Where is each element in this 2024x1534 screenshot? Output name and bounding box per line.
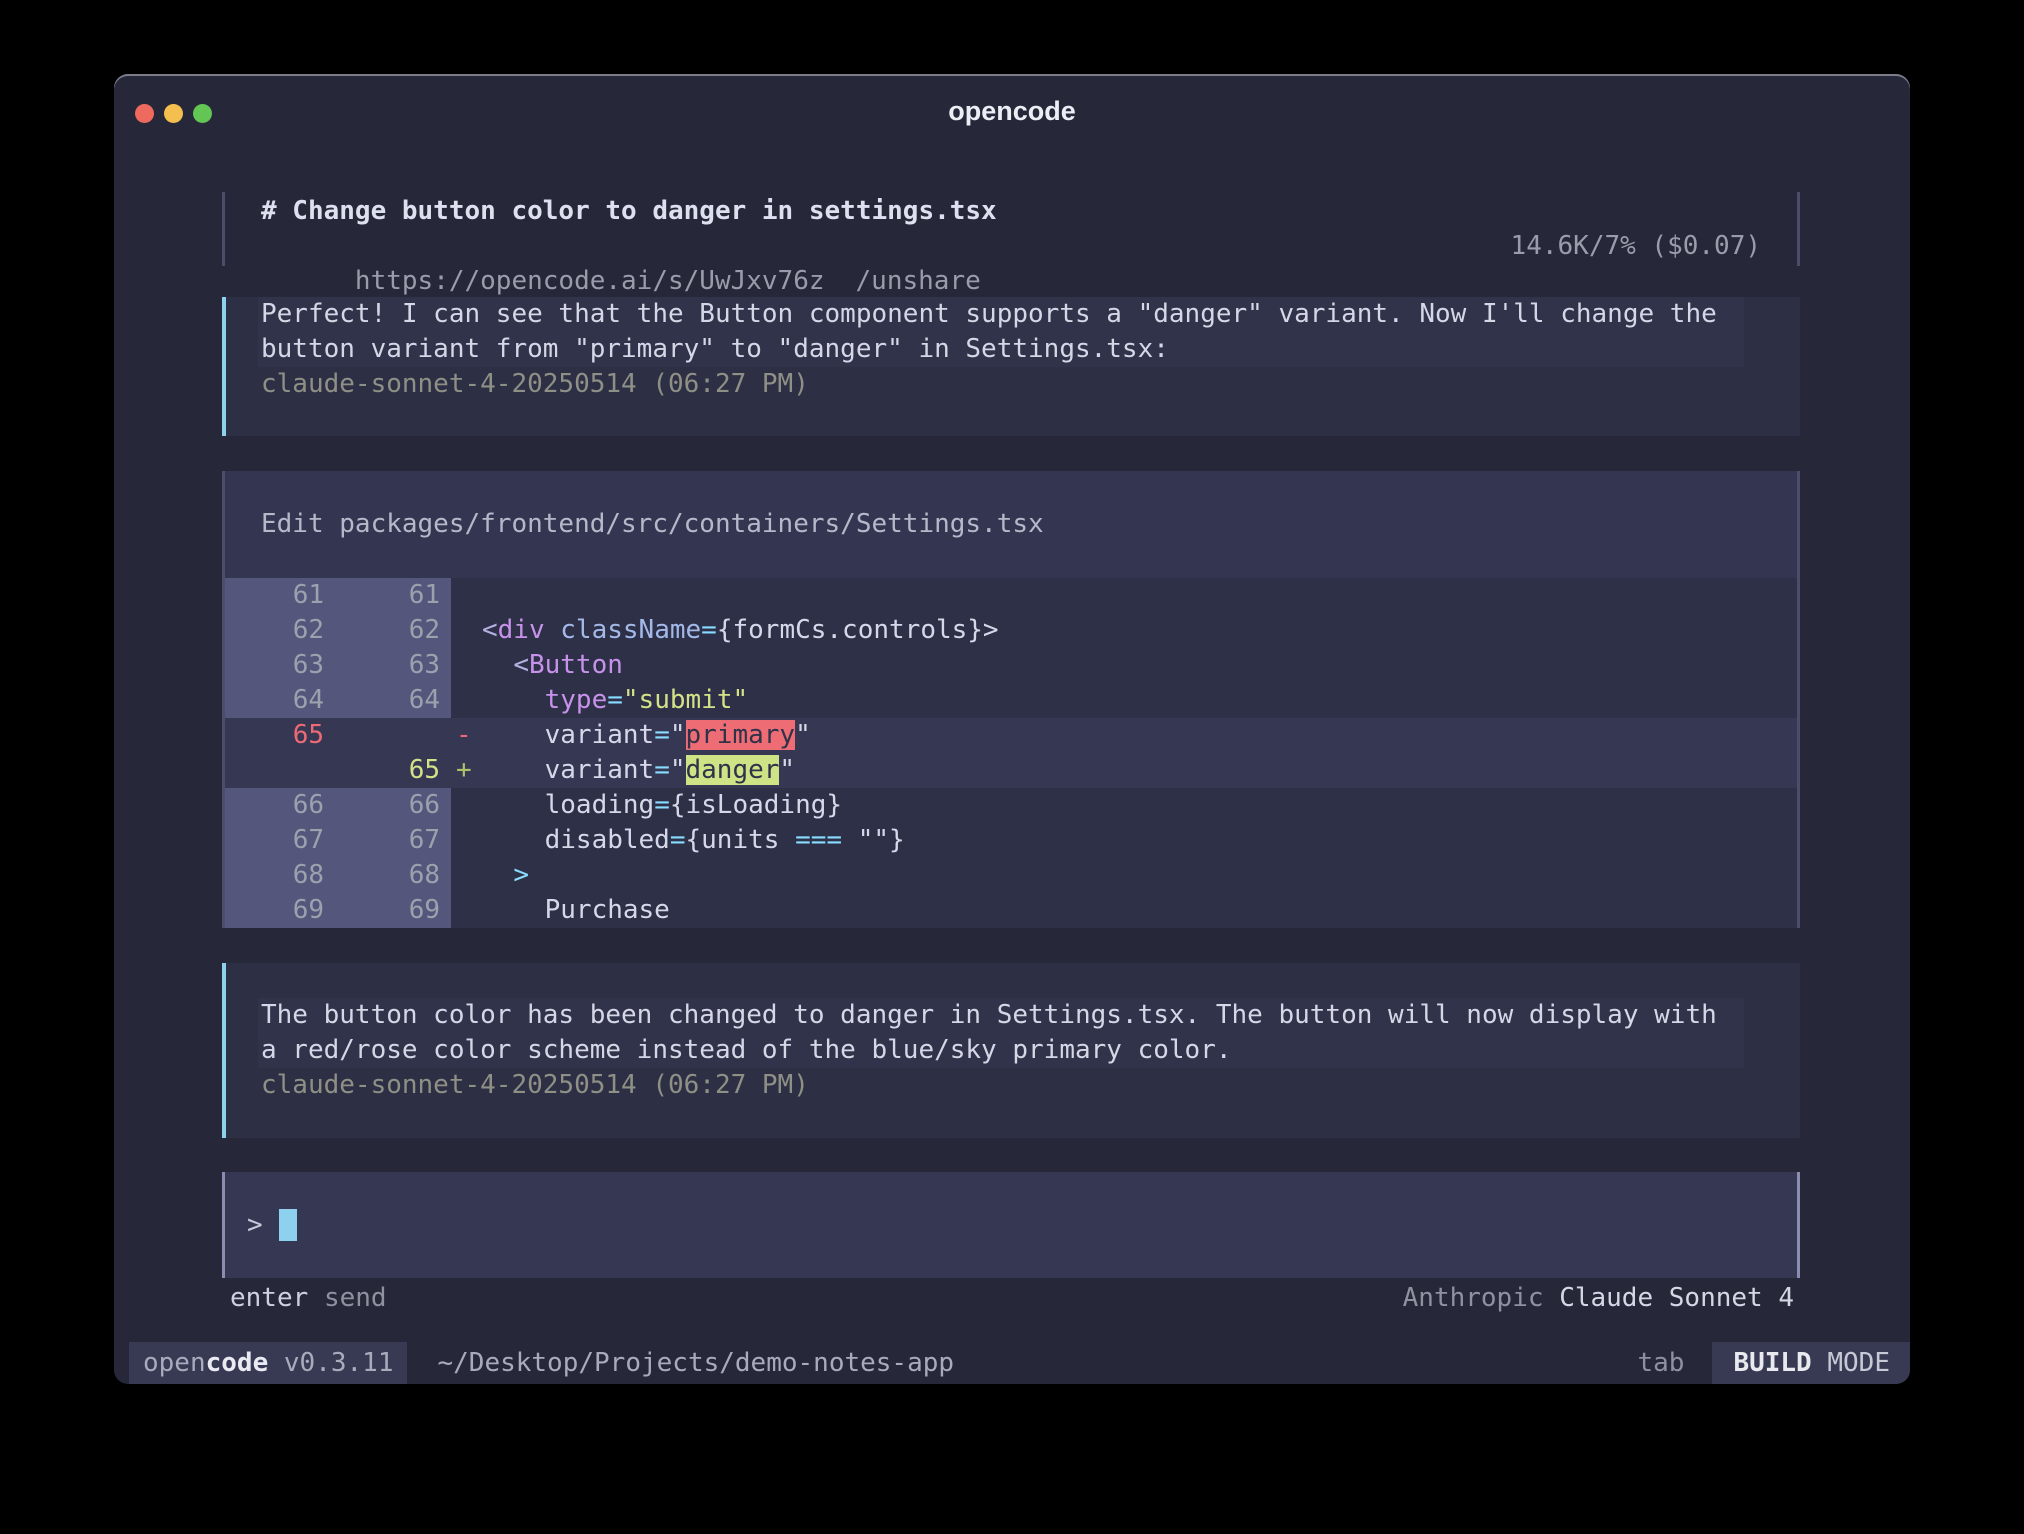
mode-secondary-label: MODE xyxy=(1827,1346,1890,1381)
diff-row: 6868 > xyxy=(222,858,1800,893)
window-title: opencode xyxy=(114,96,1910,126)
model-indicator: Anthropic Claude Sonnet 4 xyxy=(1403,1281,1794,1316)
unshare-command[interactable]: /unshare xyxy=(856,266,981,296)
context-stats: 14.6K/7% ($0.07) xyxy=(1511,229,1761,264)
text-cursor xyxy=(279,1209,297,1241)
app-version-chip: opencode v0.3.11 xyxy=(129,1342,407,1384)
message-meta: claude-sonnet-4-20250514 (06:27 PM) xyxy=(258,367,1744,402)
mode-primary-label: BUILD xyxy=(1733,1346,1811,1381)
diff-row: 6262<div className={formCs.controls}> xyxy=(222,613,1800,648)
edit-tool-header: Edit packages/frontend/src/containers/Se… xyxy=(222,471,1800,578)
mode-gap xyxy=(1812,1346,1828,1381)
diff-row: 6767 disabled={units === ""} xyxy=(222,823,1800,858)
diff-row: 6464 type="submit" xyxy=(222,683,1800,718)
message-line: The button color has been changed to dan… xyxy=(261,998,1744,1033)
message-meta: claude-sonnet-4-20250514 (06:27 PM) xyxy=(258,1068,1744,1103)
diff-rows: 61616262<div className={formCs.controls}… xyxy=(222,578,1800,928)
mode-key-hint: tab xyxy=(1637,1342,1684,1384)
assistant-message-2: The button color has been changed to dan… xyxy=(222,963,1800,1138)
send-action-label: send xyxy=(324,1283,387,1313)
statusbar-spacer xyxy=(954,1342,1637,1384)
share-url-link[interactable]: https://opencode.ai/s/UwJxv76z xyxy=(355,266,825,296)
app-version: v0.3.11 xyxy=(284,1346,394,1381)
message-line: a red/rose color scheme instead of the b… xyxy=(261,1033,1744,1068)
titlebar: opencode xyxy=(114,74,1910,144)
app-name-code: code xyxy=(206,1346,269,1381)
edit-tool-block: Edit packages/frontend/src/containers/Se… xyxy=(222,471,1800,928)
send-hint: enter send xyxy=(230,1281,387,1316)
assistant-message-1: Perfect! I can see that the Button compo… xyxy=(222,297,1800,436)
message-line: button variant from "primary" to "danger… xyxy=(261,332,1744,367)
diff-row: 6666 loading={isLoading} xyxy=(222,788,1800,823)
mode-chip[interactable]: BUILD MODE xyxy=(1712,1342,1910,1384)
enter-key-hint: enter xyxy=(230,1283,308,1313)
footer-hints: enter send Anthropic Claude Sonnet 4 xyxy=(222,1281,1800,1316)
diff-row: 65- variant="primary" xyxy=(222,718,1800,753)
diff-row: 6161 xyxy=(222,578,1800,613)
diff-row: 6363 <Button xyxy=(222,648,1800,683)
diff-row: 6969 Purchase xyxy=(222,893,1800,928)
prompt-input[interactable]: > xyxy=(222,1172,1800,1278)
message-text: Perfect! I can see that the Button compo… xyxy=(258,297,1744,367)
opencode-window: opencode # Change button color to danger… xyxy=(114,74,1910,1384)
send-label xyxy=(308,1283,324,1313)
message-line: Perfect! I can see that the Button compo… xyxy=(261,297,1744,332)
prompt-symbol: > xyxy=(247,1208,263,1243)
diff-row: 65+ variant="danger" xyxy=(222,753,1800,788)
version-gap xyxy=(268,1346,284,1381)
session-title: # Change button color to danger in setti… xyxy=(261,194,1761,229)
provider-label: Anthropic xyxy=(1403,1283,1544,1313)
model-label: Claude Sonnet 4 xyxy=(1559,1283,1794,1313)
status-bar: opencode v0.3.11 ~/Desktop/Projects/demo… xyxy=(114,1342,1910,1384)
working-directory: ~/Desktop/Projects/demo-notes-app xyxy=(437,1342,954,1384)
message-text: The button color has been changed to dan… xyxy=(258,998,1744,1068)
model-name xyxy=(1544,1283,1560,1313)
session-header: # Change button color to danger in setti… xyxy=(222,192,1800,266)
app-name-open: open xyxy=(143,1346,206,1381)
